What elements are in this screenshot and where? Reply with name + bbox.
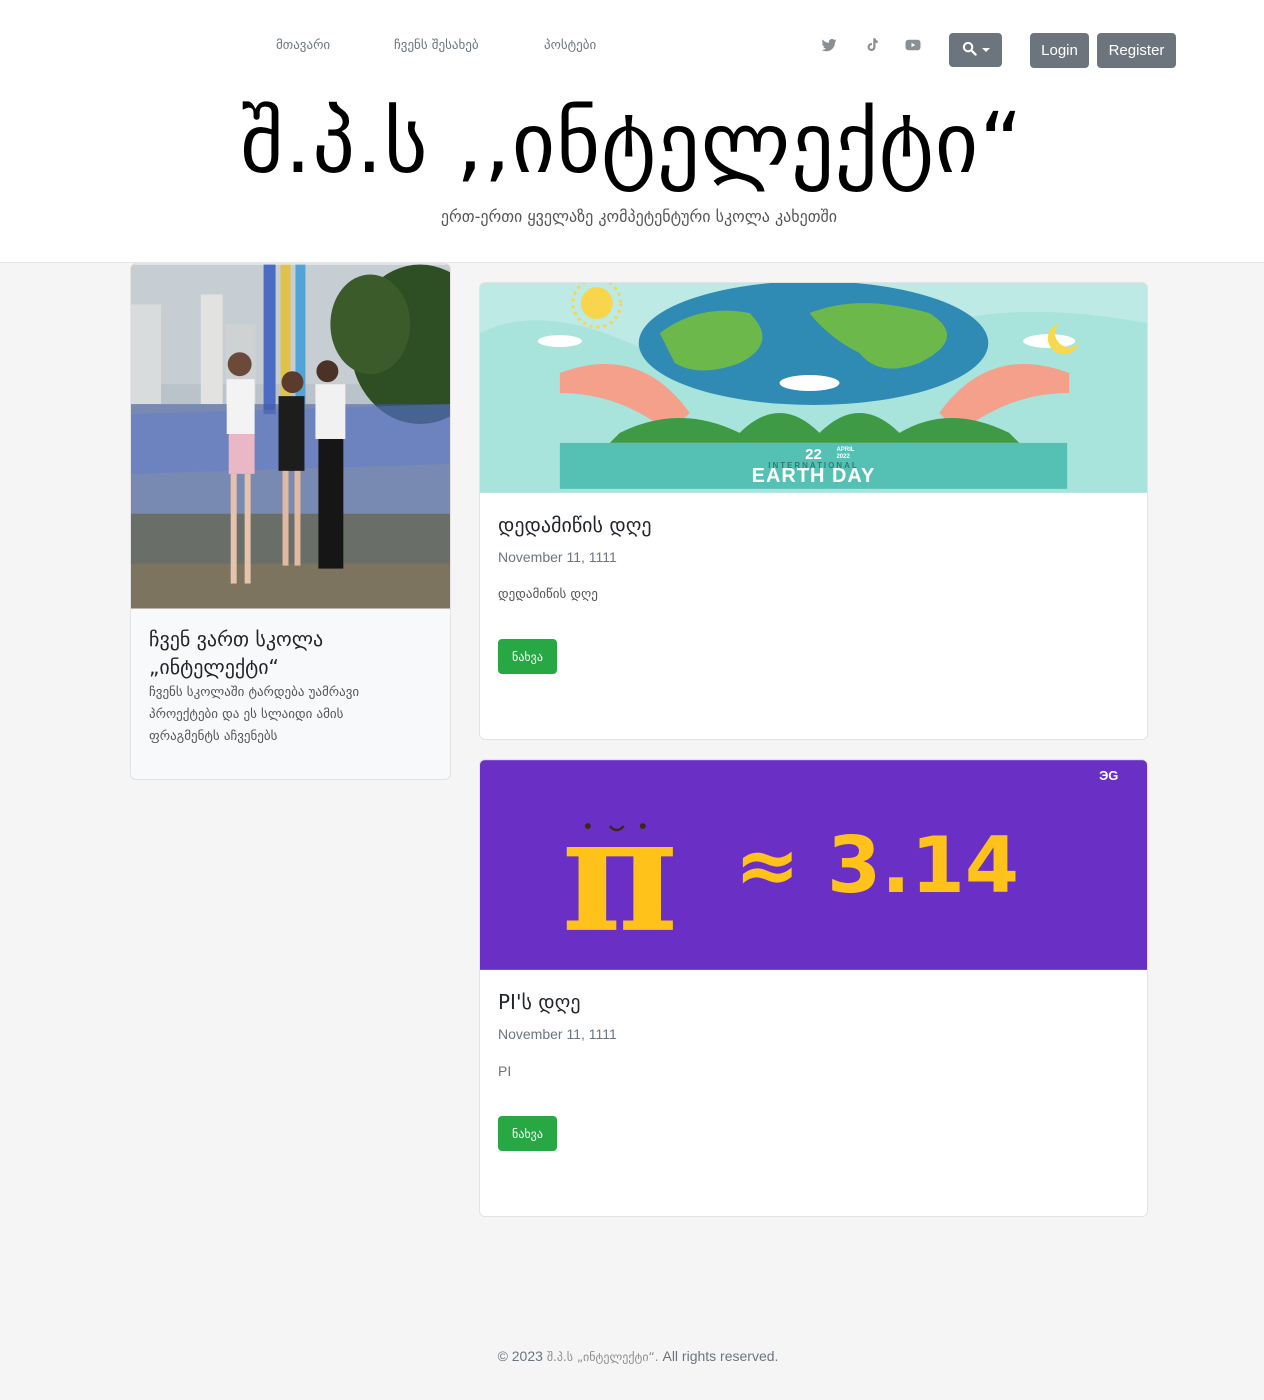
nav-home[interactable]: მთავარი: [276, 38, 330, 53]
sidebar-card-text-line3: ფრაგმენტს აჩვენებს: [149, 729, 278, 744]
pi-logo: ЭG: [1099, 768, 1118, 783]
tiktok-icon[interactable]: [862, 36, 880, 54]
search-icon: [962, 41, 977, 60]
post-title[interactable]: PI'ს დღე: [498, 990, 581, 1014]
post-card: ЭG π ≈ 3.14 PI'ს დღე November 11, 1111 P…: [479, 759, 1148, 1217]
site-title: შ.პ.ს ,,ინტელექტი“: [240, 94, 1024, 192]
caret-down-icon: [981, 48, 990, 52]
earth-day-image[interactable]: 22 APRIL 2022 INTERNATIONAL EARTH DAY: [480, 283, 1147, 493]
site-tagline: ერთ-ერთი ყველაზე კომპეტენტური სკოლა კახე…: [440, 207, 838, 226]
footer-rights: All rights reserved.: [662, 1348, 779, 1364]
post-date: November 11, 1111: [498, 1026, 617, 1042]
nav-posts[interactable]: პოსტები: [544, 38, 596, 53]
footer-brand: შ.პ.ს „ინტელექტი“.: [546, 1350, 659, 1364]
pi-day-image[interactable]: ЭG π ≈ 3.14: [480, 760, 1147, 970]
earth-banner-month: APRIL: [836, 447, 854, 453]
twitter-icon[interactable]: [820, 36, 838, 54]
post-excerpt: PI: [498, 1063, 512, 1079]
post-date: November 11, 1111: [498, 549, 617, 565]
earth-banner-main: EARTH DAY: [752, 465, 876, 487]
school-photo: [131, 264, 450, 609]
site-header: მთავარი ჩვენს შესახებ პოსტები Login Regi…: [0, 0, 1264, 263]
sidebar-card-text-line1: ჩვენს სკოლაში ტარდება უამრავი: [149, 685, 360, 700]
search-dropdown-button[interactable]: [949, 33, 1002, 67]
register-button[interactable]: Register: [1097, 33, 1176, 68]
pi-value: ≈ 3.14: [735, 821, 1020, 911]
school-intro-card: ჩვენ ვართ სკოლა „ინტელექტი“ ჩვენს სკოლაშ…: [130, 263, 451, 780]
sidebar-card-title-line1: ჩვენ ვართ სკოლა: [149, 627, 324, 651]
post-excerpt: დედამიწის დღე: [498, 587, 598, 602]
nav-about[interactable]: ჩვენს შესახებ: [394, 38, 479, 53]
post-title[interactable]: დედამიწის დღე: [498, 513, 652, 537]
footer-copyright: © 2023: [497, 1348, 543, 1364]
view-post-button[interactable]: ნახვა: [498, 639, 557, 674]
earth-banner-year: 2022: [836, 454, 850, 460]
youtube-icon[interactable]: [904, 36, 922, 54]
sidebar-card-text-line2: პროექტები და ეს სლაიდი ამის: [149, 707, 344, 722]
post-card: 22 APRIL 2022 INTERNATIONAL EARTH DAY დე…: [479, 282, 1148, 740]
pi-symbol: π: [561, 780, 678, 968]
login-button[interactable]: Login: [1030, 33, 1089, 68]
view-post-button[interactable]: ნახვა: [498, 1116, 557, 1151]
site-footer: © 2023 შ.პ.ს „ინტელექტი“. All rights res…: [0, 1348, 1264, 1364]
sidebar-card-title-line2: „ინტელექტი“: [149, 655, 279, 679]
